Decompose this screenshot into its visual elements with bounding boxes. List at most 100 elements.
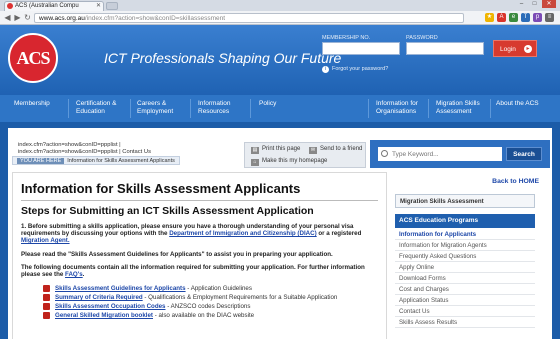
search-bar: Search	[370, 140, 550, 168]
intro-paragraph: 1. Before submitting a skills applicatio…	[21, 223, 378, 245]
login-label: Login	[500, 46, 516, 53]
home-icon: ⌂	[251, 159, 259, 166]
extension-d-icon[interactable]: p	[533, 13, 542, 22]
back-arrow-icon[interactable]: ◀	[3, 13, 12, 22]
login-button[interactable]: Login ▸	[493, 40, 537, 57]
utility-link-row[interactable]: index.cfm?action=show&conID=ppplist |	[18, 142, 151, 149]
nav-label: Employment	[137, 108, 174, 115]
nav-label: Certification &	[76, 100, 117, 107]
extension-b-icon[interactable]: e	[509, 13, 518, 22]
nav-migration-skills[interactable]: Migration Skills Assessment	[436, 95, 480, 122]
content-area: index.cfm?action=show&conID=ppplist | in…	[0, 122, 560, 339]
utility-links: index.cfm?action=show&conID=ppplist | in…	[18, 142, 151, 156]
minimize-icon[interactable]: –	[516, 0, 527, 8]
nav-certification[interactable]: Certification & Education	[76, 95, 116, 122]
sidebar-item-apply-online[interactable]: Apply Online	[395, 262, 535, 273]
main-nav: Membership Certification & Education Care…	[0, 95, 560, 122]
site-favicon-icon	[7, 3, 13, 9]
sidebar-item-migration-agents[interactable]: Information for Migration Agents	[395, 240, 535, 251]
print-page-link[interactable]: ▤ Print this page	[251, 146, 300, 154]
sidebar: Back to HOME Migration Skills Assessment…	[395, 172, 545, 339]
content-frame: index.cfm?action=show&conID=ppplist | in…	[8, 128, 552, 339]
document-link[interactable]: General Skilled Migration booklet	[55, 312, 153, 319]
make-homepage-link[interactable]: ⌂ Make this my homepage	[251, 158, 327, 166]
main-content: Information for Skills Assessment Applic…	[12, 172, 387, 339]
sidebar-menu: Information for Applicants Information f…	[395, 229, 535, 328]
print-label: Print this page	[262, 146, 301, 152]
breadcrumb: YOU ARE HERE Information for Skills Asses…	[12, 156, 180, 165]
migration-agent-link[interactable]: Migration Agent.	[21, 237, 70, 244]
search-button[interactable]: Search	[506, 147, 542, 161]
extension-c-icon[interactable]: T	[521, 13, 530, 22]
printer-icon: ▤	[251, 147, 259, 154]
document-desc: - Qualifications & Employment Requiremen…	[142, 294, 338, 302]
url-path: /index.cfm?action=show&conID=skillassess…	[84, 15, 226, 22]
password-input[interactable]	[406, 42, 484, 55]
extension-a-icon[interactable]: A	[497, 13, 506, 22]
sidebar-item-cost-charges[interactable]: Cost and Charges	[395, 284, 535, 295]
new-tab-button[interactable]	[106, 2, 118, 10]
nav-label: About the ACS	[496, 100, 539, 107]
utility-link-row[interactable]: index.cfm?action=show&conID=ppplist | Co…	[18, 149, 151, 156]
p3-text-b: .	[82, 271, 85, 279]
nav-label: Resources	[198, 108, 230, 115]
window-controls: – □ ✕	[516, 0, 556, 8]
maximize-icon[interactable]: □	[529, 0, 540, 8]
tab-close-icon[interactable]: ✕	[96, 2, 101, 11]
mail-icon: ✉	[309, 147, 317, 154]
site: ACS ICT Professionals Shaping Our Future…	[0, 25, 560, 339]
sidebar-item-application-status[interactable]: Application Status	[395, 295, 535, 306]
browser-tabbar: ACS (Australian Compu ✕ – □ ✕	[0, 0, 560, 11]
acs-logo[interactable]: ACS	[8, 33, 58, 83]
menu-wrench-icon[interactable]: ≡	[545, 13, 554, 22]
back-to-home-link[interactable]: Back to HOME	[492, 178, 539, 185]
site-header: ACS ICT Professionals Shaping Our Future…	[0, 25, 560, 95]
forgot-password-link[interactable]: i Forgot your password?	[322, 66, 388, 73]
membership-input[interactable]	[322, 42, 400, 55]
info-icon: i	[322, 66, 329, 73]
address-bar[interactable]: www.acs.org.au/index.cfm?action=show&con…	[34, 13, 464, 23]
tab-title: ACS (Australian Compu	[15, 3, 79, 9]
nav-information-resources[interactable]: Information Resources	[198, 95, 231, 122]
nav-membership[interactable]: Membership	[14, 95, 50, 122]
sidebar-item-contact-us[interactable]: Contact Us	[395, 306, 535, 317]
pdf-icon	[43, 294, 50, 302]
nav-careers[interactable]: Careers & Employment	[137, 95, 173, 122]
site-tagline: ICT Professionals Shaping Our Future	[104, 50, 342, 66]
document-list: Skills Assessment Guidelines for Applica…	[43, 284, 378, 320]
document-link[interactable]: Skills Assessment Occupation Codes	[55, 303, 166, 310]
nav-info-organisations[interactable]: Information for Organisations	[376, 95, 418, 122]
list-item: Skills Assessment Occupation Codes - ANZ…	[43, 302, 378, 311]
url-host: www.acs.org.au	[39, 15, 85, 22]
send-friend-link[interactable]: ✉ Send to a friend	[309, 146, 362, 154]
nav-label: Assessment	[436, 108, 472, 115]
browser-tab[interactable]: ACS (Australian Compu ✕	[4, 1, 104, 11]
nav-about[interactable]: About the ACS	[496, 95, 539, 122]
homepage-label: Make this my homepage	[262, 158, 328, 164]
diac-link[interactable]: Department of Immigration and Citizenshi…	[169, 230, 316, 237]
p1-text-b: or a registered	[316, 230, 362, 238]
nav-divider	[130, 99, 131, 118]
documents-paragraph: The following documents contain all the …	[21, 264, 378, 278]
sidebar-item-faq[interactable]: Frequently Asked Questions	[395, 251, 535, 262]
forward-arrow-icon[interactable]: ▶	[13, 13, 22, 22]
sidebar-item-results[interactable]: Skills Assess Results	[395, 317, 535, 328]
sidebar-section-title: ACS Education Programs	[395, 214, 535, 228]
nav-divider	[368, 99, 369, 118]
document-link[interactable]: Summary of Criteria Required	[55, 294, 143, 301]
nav-policy[interactable]: Policy	[259, 95, 276, 122]
nav-divider	[428, 99, 429, 118]
nav-divider	[250, 99, 251, 118]
reload-icon[interactable]: ↻	[23, 13, 32, 22]
pdf-icon	[43, 312, 50, 320]
sidebar-item-applicants[interactable]: Information for Applicants	[395, 229, 535, 240]
nav-label: Migration Skills	[436, 100, 480, 107]
search-icon	[381, 150, 388, 157]
sidebar-box-title[interactable]: Migration Skills Assessment	[395, 194, 535, 208]
faq-link[interactable]: FAQ's	[65, 271, 83, 278]
sidebar-item-download-forms[interactable]: Download Forms	[395, 273, 535, 284]
close-window-icon[interactable]: ✕	[542, 0, 556, 8]
bookmark-star-icon[interactable]: ★	[485, 13, 494, 22]
document-link[interactable]: Skills Assessment Guidelines for Applica…	[55, 285, 186, 292]
search-input[interactable]	[378, 147, 502, 161]
